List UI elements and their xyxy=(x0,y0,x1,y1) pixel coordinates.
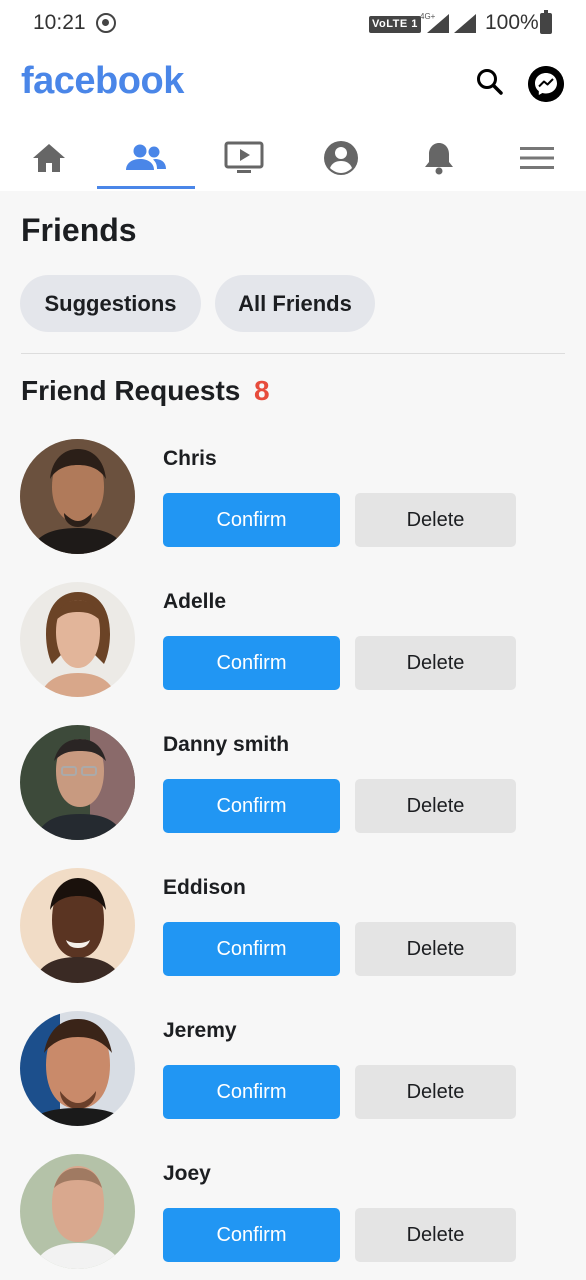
confirm-button[interactable]: Confirm xyxy=(163,1208,340,1262)
search-icon[interactable] xyxy=(474,66,506,98)
request-name[interactable]: Adelle xyxy=(163,590,226,614)
request-name[interactable]: Danny smith xyxy=(163,733,289,757)
signal-icon xyxy=(427,14,449,33)
friends-icon xyxy=(126,144,166,170)
divider xyxy=(21,353,565,354)
facebook-logo[interactable]: facebook xyxy=(21,60,184,103)
section-title: Friend Requests xyxy=(21,375,241,406)
avatar[interactable] xyxy=(20,1154,135,1269)
avatar[interactable] xyxy=(20,1011,135,1126)
status-bar: 10:21 VoLTE 1 4G+ 100% xyxy=(0,0,586,48)
delete-button[interactable]: Delete xyxy=(355,779,516,833)
tab-bar xyxy=(0,126,586,190)
suggestions-button[interactable]: Suggestions xyxy=(20,275,201,332)
request-name[interactable]: Joey xyxy=(163,1162,211,1186)
video-icon xyxy=(224,141,264,173)
battery-icon xyxy=(540,10,552,34)
bell-icon xyxy=(425,143,453,175)
tab-menu[interactable] xyxy=(488,126,586,190)
delete-button[interactable]: Delete xyxy=(355,493,516,547)
record-icon xyxy=(96,13,116,33)
tab-notifications[interactable] xyxy=(390,126,488,190)
avatar[interactable] xyxy=(20,868,135,983)
friend-request-row: Chris Confirm Delete xyxy=(0,439,586,582)
friend-request-row: Eddison Confirm Delete xyxy=(0,868,586,1011)
status-time: 10:21 xyxy=(33,11,86,34)
tab-watch[interactable] xyxy=(195,126,293,190)
friend-request-row: Danny smith Confirm Delete xyxy=(0,725,586,868)
menu-icon xyxy=(520,147,554,169)
all-friends-button[interactable]: All Friends xyxy=(215,275,375,332)
avatar[interactable] xyxy=(20,582,135,697)
request-name[interactable]: Jeremy xyxy=(163,1019,237,1043)
confirm-button[interactable]: Confirm xyxy=(163,922,340,976)
confirm-button[interactable]: Confirm xyxy=(163,636,340,690)
avatar[interactable] xyxy=(20,439,135,554)
confirm-button[interactable]: Confirm xyxy=(163,493,340,547)
friend-request-row: Joey Confirm Delete xyxy=(0,1154,586,1280)
request-name[interactable]: Eddison xyxy=(163,876,246,900)
signal-icon xyxy=(454,14,476,33)
battery-percent: 100% xyxy=(485,11,539,34)
avatar[interactable] xyxy=(20,725,135,840)
delete-button[interactable]: Delete xyxy=(355,1208,516,1262)
delete-button[interactable]: Delete xyxy=(355,1065,516,1119)
confirm-button[interactable]: Confirm xyxy=(163,779,340,833)
profile-icon xyxy=(324,141,358,175)
page-title: Friends xyxy=(21,212,137,248)
delete-button[interactable]: Delete xyxy=(355,922,516,976)
app-header: facebook xyxy=(0,48,586,191)
active-tab-indicator xyxy=(97,186,195,189)
messenger-icon[interactable] xyxy=(528,66,564,102)
tab-home[interactable] xyxy=(0,126,98,190)
confirm-button[interactable]: Confirm xyxy=(163,1065,340,1119)
volte-badge: VoLTE 1 xyxy=(369,16,421,33)
home-icon xyxy=(33,144,65,172)
request-name[interactable]: Chris xyxy=(163,447,217,471)
delete-button[interactable]: Delete xyxy=(355,636,516,690)
tab-profile[interactable] xyxy=(292,126,390,190)
friend-request-row: Adelle Confirm Delete xyxy=(0,582,586,725)
tab-friends[interactable] xyxy=(97,126,195,190)
friend-request-row: Jeremy Confirm Delete xyxy=(0,1011,586,1154)
request-count-badge: 8 xyxy=(254,375,270,406)
